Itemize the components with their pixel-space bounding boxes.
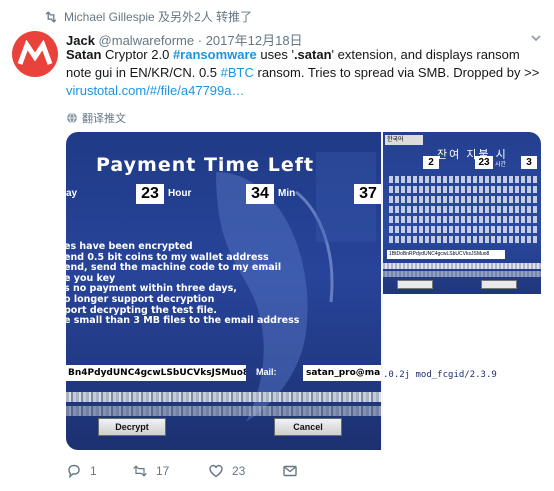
- minutes-label: Min: [278, 188, 296, 199]
- korean-cancel-button: [481, 280, 517, 289]
- media-attachment[interactable]: Payment Time Left ay 23 Hour 34 Min 37 e…: [66, 132, 541, 450]
- envelope-icon: [283, 465, 297, 477]
- globe-icon: [67, 112, 77, 124]
- mail-field: satan_pro@mail: [303, 365, 381, 381]
- retweet-action[interactable]: 17: [132, 463, 208, 479]
- hours-counter: 23: [136, 184, 164, 204]
- korean-decrypt-button: [397, 280, 433, 289]
- hours-label: Hour: [168, 188, 192, 199]
- tweet-text-keyword: Satan: [66, 47, 102, 62]
- virustotal-link[interactable]: virustotal.com/#/file/a47799a…: [66, 83, 244, 98]
- ransom-instructions: es have been encrypted end 0.5 bit coins…: [66, 241, 324, 327]
- days-label: ay: [66, 188, 78, 199]
- avatar[interactable]: [12, 31, 58, 77]
- garbled-text-bar: [383, 263, 541, 269]
- tweet-text: Satan Cryptor 2.0 #ransomware uses '.sat…: [66, 46, 540, 100]
- tweet-text-segment: Cryptor 2.0: [101, 47, 173, 62]
- reply-count: 1: [90, 464, 97, 478]
- translate-label: 翻译推文: [82, 113, 126, 125]
- reply-icon: [68, 464, 80, 479]
- seconds-counter: 37: [354, 184, 381, 204]
- hashtag-ransomware[interactable]: #ransomware: [173, 47, 257, 62]
- garbled-text-bar: [383, 271, 541, 277]
- reply-action[interactable]: 1: [66, 463, 132, 479]
- tweet-text-segment: ransom. Tries to spread via SMB. Dropped…: [253, 65, 540, 80]
- korean-ransom-note-screenshot[interactable]: 한국어 잔여 지불 시 2 23 시간 3 1BtDoBnRPdydUNC4gc…: [383, 132, 541, 294]
- cancel-button: Cancel: [274, 418, 342, 436]
- minutes-counter: 34: [246, 184, 274, 204]
- korean-instructions: [389, 176, 537, 246]
- tweet-actions: 1 17 23: [66, 463, 298, 479]
- korean-days-counter: 2: [423, 156, 439, 169]
- language-select: 한국어: [385, 135, 423, 145]
- tweet-text-segment: uses ': [256, 47, 294, 62]
- ransom-note-screenshot[interactable]: Payment Time Left ay 23 Hour 34 Min 37 e…: [66, 132, 381, 450]
- translate-tweet[interactable]: 翻译推文: [66, 110, 126, 126]
- server-page-screenshot[interactable]: .0.2j mod_fcgid/2.3.9: [383, 294, 541, 450]
- korean-minutes-counter: 3: [521, 156, 537, 169]
- garbled-text-bar: [66, 406, 381, 416]
- chevron-down-icon[interactable]: [530, 32, 542, 44]
- decrypt-button: Decrypt: [98, 418, 166, 436]
- korean-hours-label: 시간: [495, 162, 507, 168]
- ransom-title: Payment Time Left: [96, 154, 315, 176]
- hashtag-btc[interactable]: #BTC: [221, 65, 254, 80]
- retweet-icon: [45, 10, 57, 23]
- like-action[interactable]: 23: [208, 463, 282, 479]
- korean-hours-counter: 23: [475, 156, 493, 169]
- instruction-line: es have been encrypted: [66, 241, 193, 252]
- korean-machine-code-field: 1BtDoBnRPdydUNC4gcwLSbUCVksJSMuo8: [387, 250, 505, 259]
- heart-icon: [209, 464, 223, 478]
- retweet-icon: [133, 465, 147, 477]
- instruction-line: o longer support decryption: [66, 293, 215, 305]
- direct-message-action[interactable]: [282, 463, 298, 479]
- server-banner-text: .0.2j mod_fcgid/2.3.9: [383, 370, 497, 380]
- garbled-text-bar: [66, 392, 381, 402]
- malware-logo-icon: [17, 40, 53, 65]
- machine-code-field: Bn4PdydUNC4gcwLSbUCVksJSMuo8: [66, 365, 246, 381]
- retweet-banner: Michael Gillespie 及另外2人 转推了: [44, 8, 252, 25]
- retweet-banner-text[interactable]: Michael Gillespie 及另外2人 转推了: [64, 8, 252, 25]
- mail-label: Mail:: [256, 367, 277, 377]
- retweet-count: 17: [156, 464, 170, 478]
- instruction-line: e small than 3 MB files to the email add…: [66, 315, 300, 327]
- like-count: 23: [232, 464, 246, 478]
- tweet-text-extension: .satan: [293, 47, 332, 62]
